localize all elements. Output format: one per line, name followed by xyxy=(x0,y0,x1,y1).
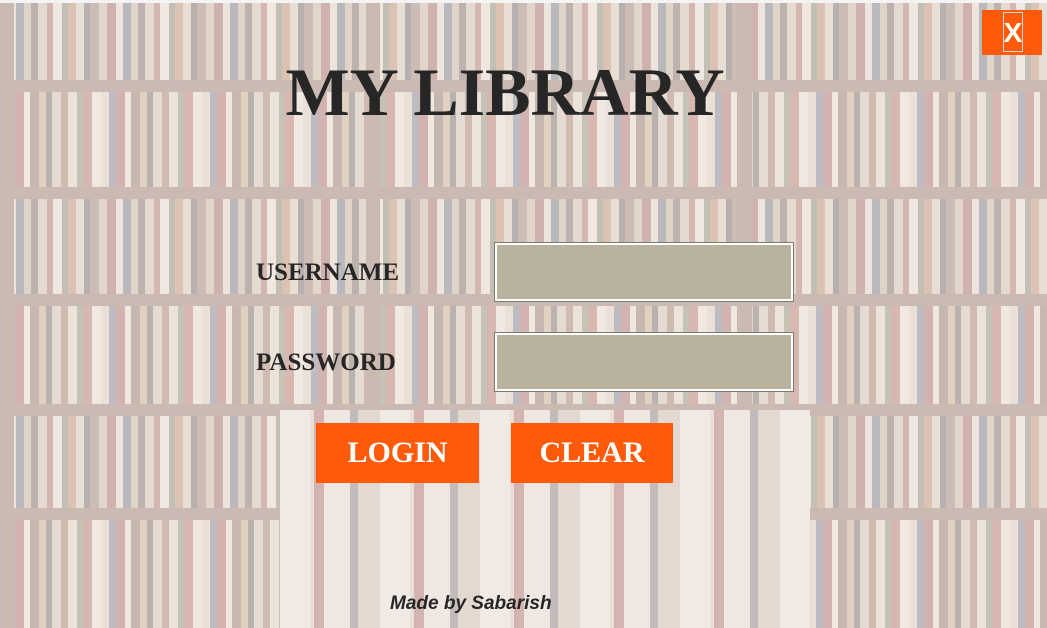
password-input[interactable] xyxy=(494,332,794,392)
clear-button[interactable]: CLEAR xyxy=(511,423,673,483)
password-label: PASSWORD xyxy=(256,349,396,376)
close-label: X xyxy=(1003,17,1023,48)
login-button[interactable]: LOGIN xyxy=(316,423,479,483)
username-label: USERNAME xyxy=(256,259,400,286)
credit-text: Made by Sabarish xyxy=(390,593,552,614)
window-top-edge xyxy=(0,0,1047,3)
close-button[interactable]: X xyxy=(982,10,1042,55)
username-input[interactable] xyxy=(494,242,794,302)
page-title: MY LIBRARY xyxy=(285,54,725,130)
